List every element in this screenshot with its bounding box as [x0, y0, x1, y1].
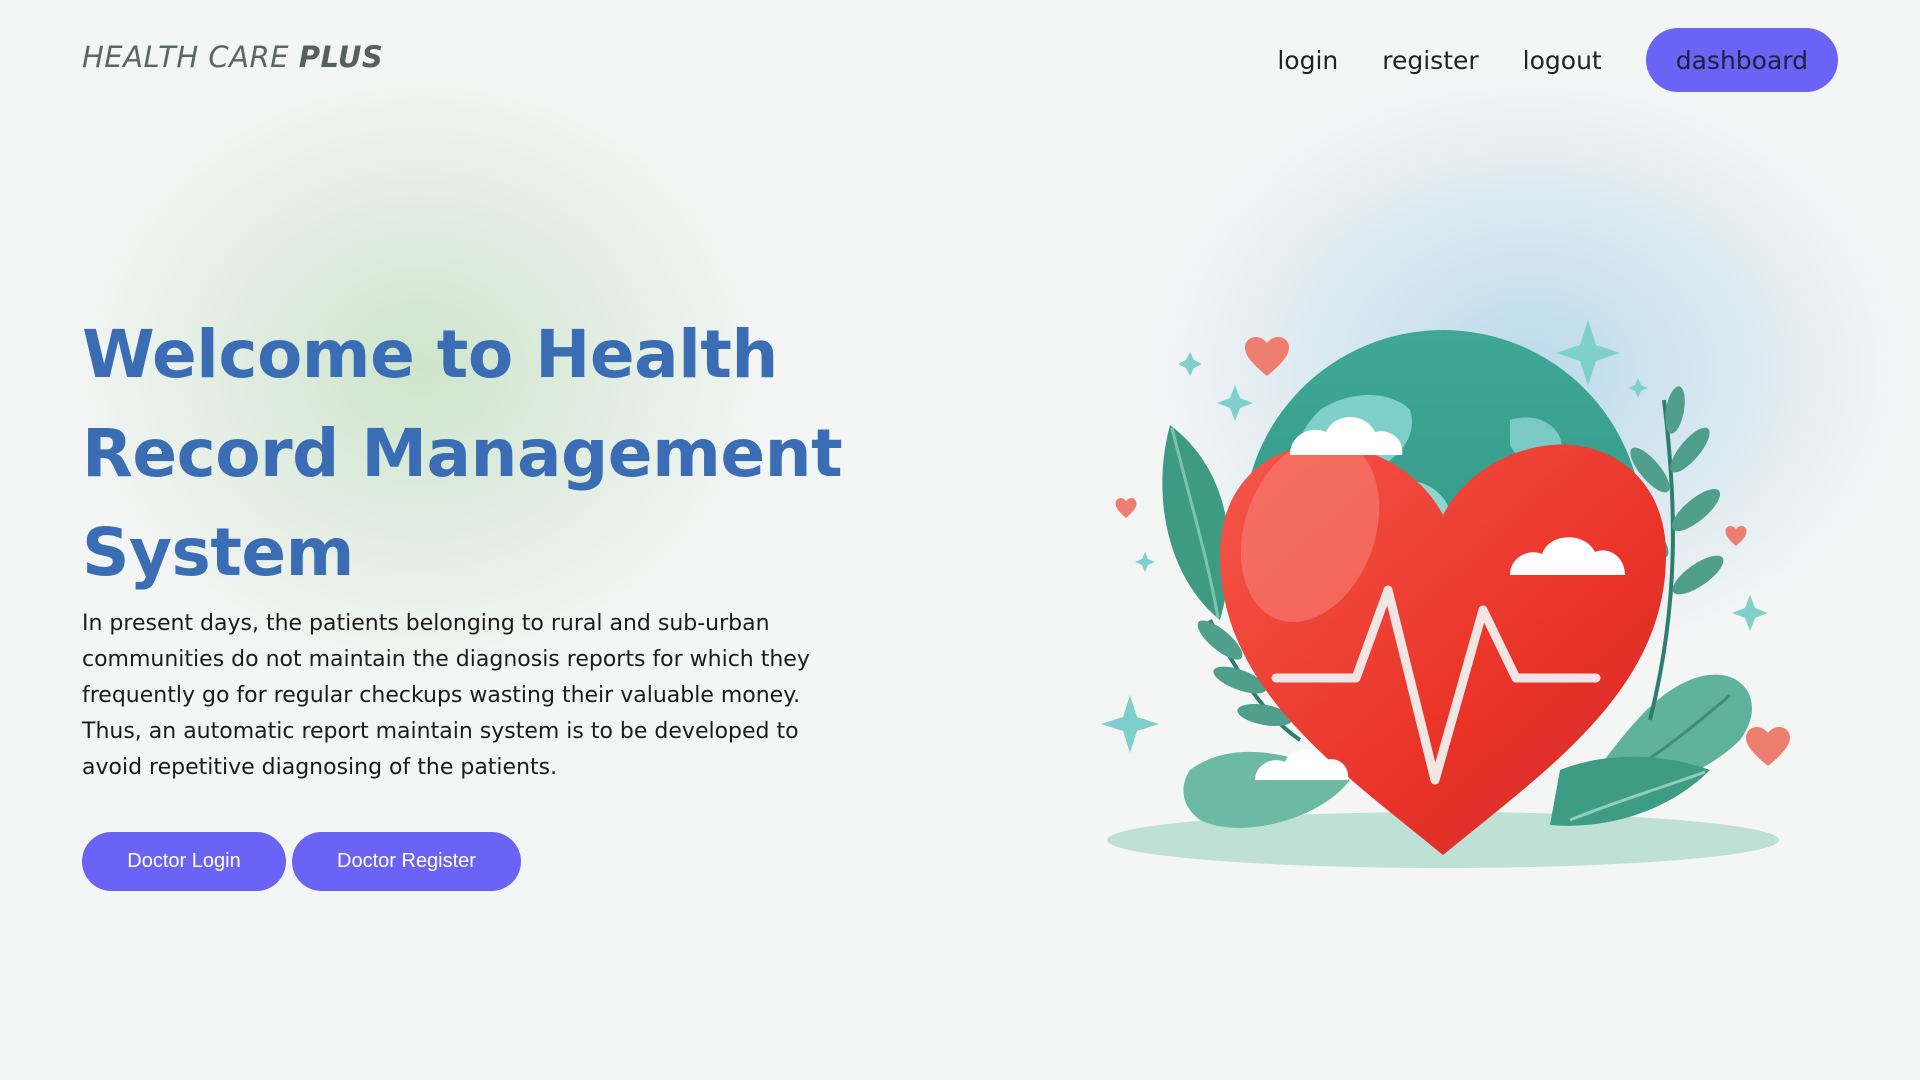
- top-nav: login register logout dashboard: [1277, 28, 1838, 92]
- doctor-login-button[interactable]: Doctor Login: [82, 832, 286, 891]
- dashboard-button[interactable]: dashboard: [1645, 28, 1838, 92]
- cta-buttons: Doctor Login Doctor Register: [82, 832, 521, 891]
- brand-logo[interactable]: HEALTH CARE PLUS: [82, 40, 383, 74]
- health-illustration: [1101, 320, 1790, 868]
- nav-login-link[interactable]: login: [1277, 46, 1338, 75]
- landing-page: HEALTH CARE PLUS login register logout d…: [0, 0, 1920, 1080]
- nav-register-link[interactable]: register: [1382, 46, 1478, 75]
- hero-description: In present days, the patients belonging …: [82, 611, 810, 780]
- brand-prefix: HEALTH CARE: [82, 40, 289, 74]
- hero-title: Welcome to Health Record Management Syst…: [82, 316, 843, 591]
- brand-suffix: PLUS: [298, 40, 384, 74]
- doctor-register-button[interactable]: Doctor Register: [292, 832, 521, 891]
- nav-logout-link[interactable]: logout: [1523, 46, 1602, 75]
